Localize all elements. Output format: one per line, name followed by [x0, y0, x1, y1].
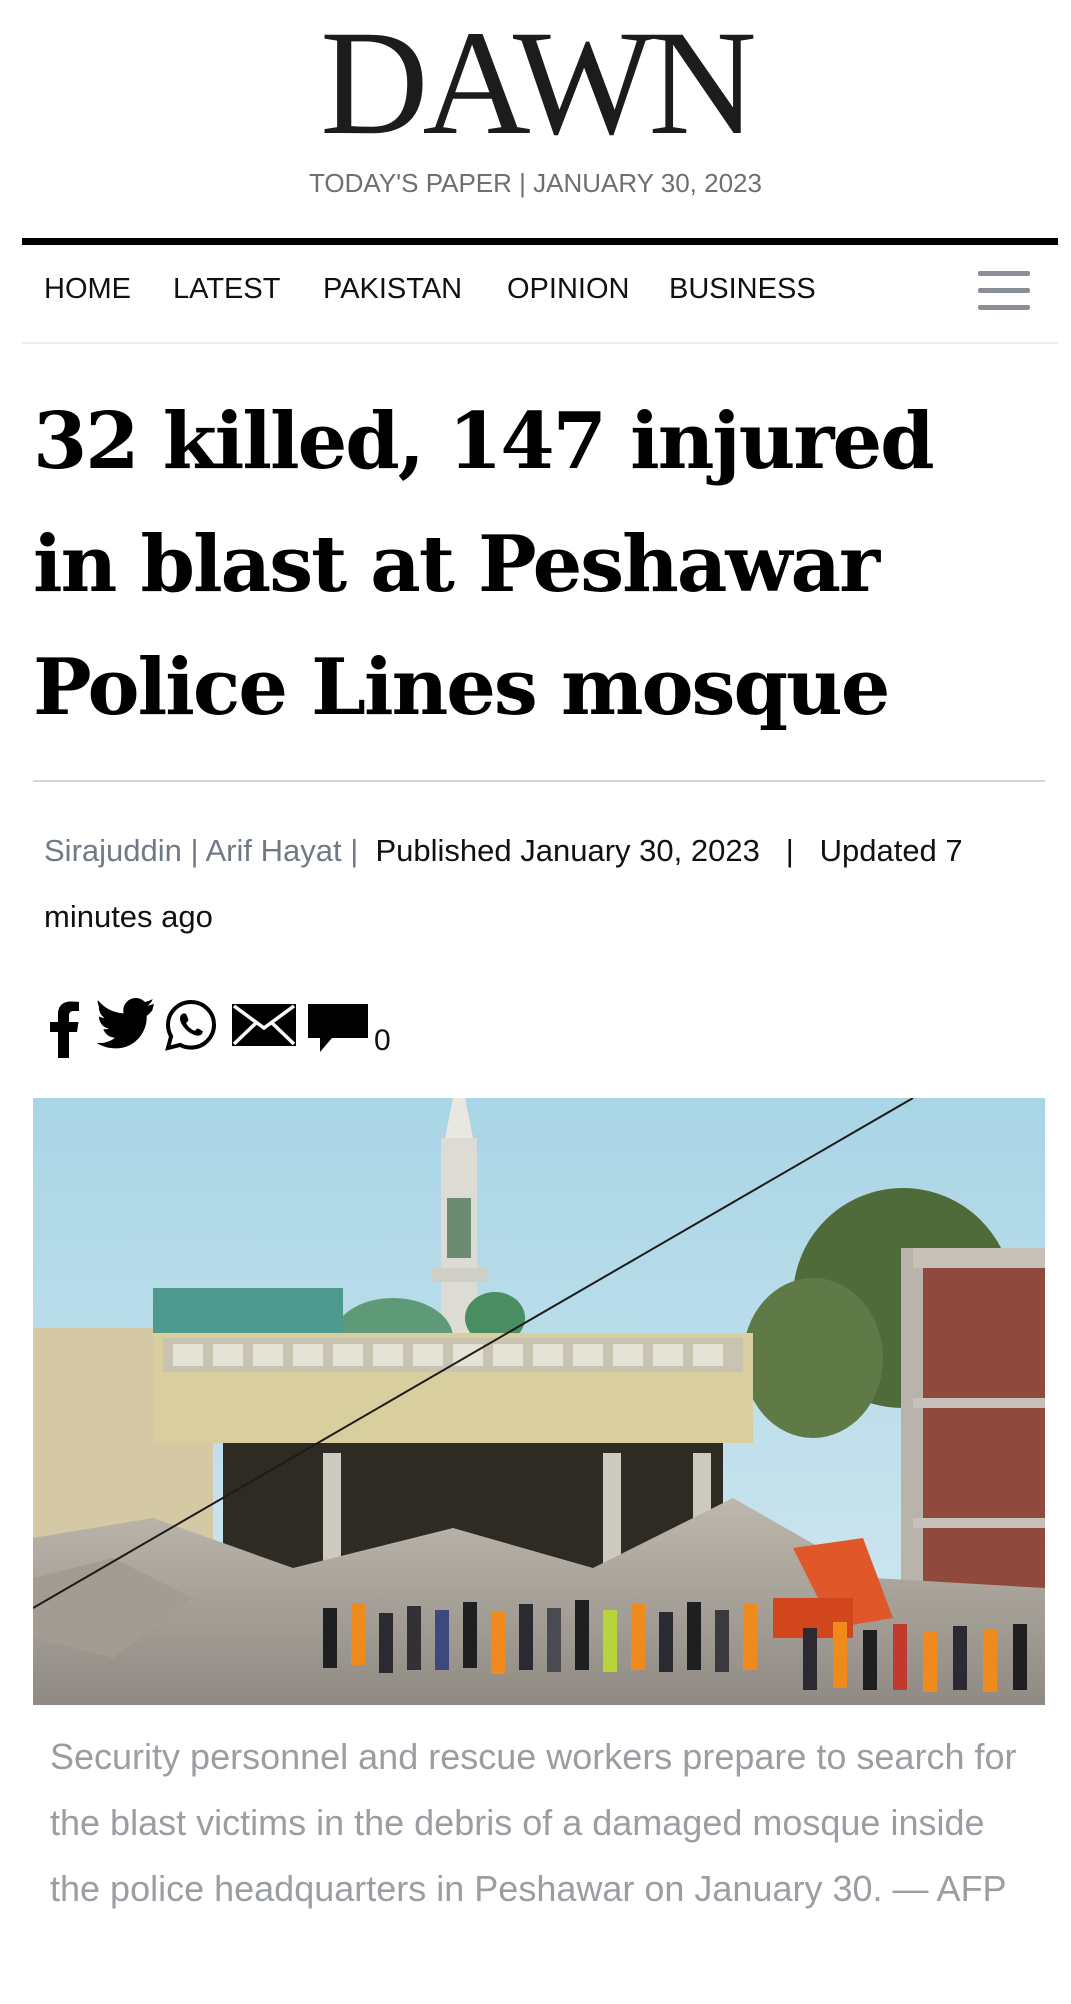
meta-separator: |	[785, 833, 794, 868]
dawn-logo[interactable]: DAWN	[0, 8, 1071, 158]
mosque-blast-photo	[33, 1098, 1045, 1705]
hamburger-menu-icon[interactable]	[978, 269, 1030, 313]
email-icon[interactable]	[230, 998, 298, 1050]
share-bar: 0	[44, 998, 444, 1062]
todays-paper-link[interactable]: TODAY'S PAPER | JANUARY 30, 2023	[0, 168, 1071, 199]
comment-count[interactable]: 0	[374, 1024, 391, 1058]
article-headline: 32 killed, 147 injured in blast at Pesha…	[33, 396, 935, 733]
nav-item-home[interactable]: HOME	[44, 273, 131, 306]
facebook-icon[interactable]	[44, 998, 84, 1058]
nav-top-rule	[22, 238, 1058, 245]
comment-icon[interactable]	[306, 998, 372, 1058]
author-separator: |	[190, 833, 199, 868]
headline-divider	[33, 780, 1045, 782]
whatsapp-icon[interactable]	[164, 998, 218, 1052]
article-photo[interactable]	[33, 1098, 1045, 1705]
nav-item-latest[interactable]: LATEST	[173, 273, 280, 306]
nav-item-pakistan[interactable]: PAKISTAN	[323, 273, 462, 306]
nav-item-opinion[interactable]: OPINION	[507, 273, 629, 306]
author-link[interactable]: Sirajuddin	[44, 833, 182, 868]
masthead: DAWN TODAY'S PAPER | JANUARY 30, 2023	[0, 0, 1071, 240]
photo-caption: Security personnel and rescue workers pr…	[50, 1736, 1017, 1909]
author-link[interactable]: Arif Hayat	[205, 833, 341, 868]
nav-item-business[interactable]: BUSINESS	[669, 273, 816, 306]
byline-separator: |	[350, 833, 359, 868]
article-byline: Sirajuddin | Arif Hayat | Published Janu…	[44, 818, 1034, 950]
published-date: Published January 30, 2023	[375, 833, 760, 868]
main-nav: HOME LATEST PAKISTAN OPINION BUSINESS	[22, 245, 1058, 344]
twitter-icon[interactable]	[96, 998, 156, 1050]
